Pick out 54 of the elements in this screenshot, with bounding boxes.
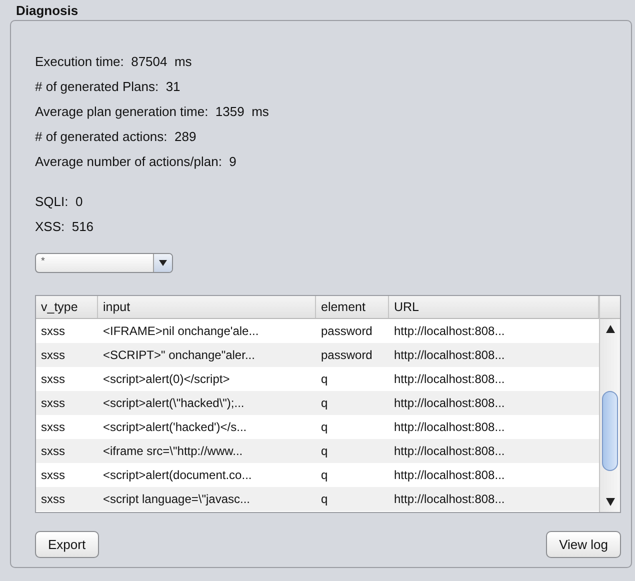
column-header[interactable]: input (98, 296, 316, 318)
table-cell-text: <iframe src=\"http://www... (102, 443, 244, 460)
table-cell-text: <script>alert('hacked')</s... (102, 419, 248, 436)
table-cell-text: http://localhost:808... (393, 467, 506, 484)
table-row[interactable]: sxss <iframe src=\"http://www... q http://localhost:808... (36, 439, 599, 463)
table-cell-text: <script>alert(document.co... (102, 467, 253, 484)
scroll-down-icon[interactable] (606, 498, 614, 506)
table-cell-text: q (320, 467, 329, 484)
view-log-button[interactable]: View log (546, 531, 621, 558)
table-cell-text: sxss (40, 419, 66, 436)
stat-text: Average number of actions/plan: 9 (35, 153, 238, 171)
dropdown-arrow-icon (159, 260, 167, 266)
table-cell-text: sxss (40, 323, 66, 340)
scroll-up-icon[interactable] (606, 325, 614, 333)
count-text: XSS: 516 (35, 218, 95, 236)
table-cell-text: <SCRIPT>" onchange"aler... (102, 347, 256, 364)
stat-text: Average plan generation time: 1359 ms (35, 103, 270, 121)
table-cell-text: http://localhost:808... (393, 491, 506, 508)
table-cell-text: http://localhost:808... (393, 419, 506, 436)
vertical-scrollbar[interactable] (600, 319, 620, 512)
table-row[interactable]: sxss <SCRIPT>" onchange"aler... password http://localhost:808... (36, 343, 599, 367)
table-cell-text: password (320, 347, 374, 364)
panel-title: Diagnosis (15, 3, 80, 20)
table-cell-text: q (320, 443, 329, 460)
table-cell-text: sxss (40, 347, 66, 364)
filter-dropdown[interactable]: * (35, 253, 173, 273)
table-cell-text: sxss (40, 371, 66, 388)
stat-text: # of generated Plans: 31 (35, 78, 182, 96)
count-text: SQLI: 0 (35, 193, 84, 211)
table-cell-text: sxss (40, 443, 66, 460)
table-cell-text: q (320, 371, 329, 388)
table-cell-text: http://localhost:808... (393, 323, 506, 340)
table-cell-text: <script language=\"javasc... (102, 491, 252, 508)
table-cell-text: http://localhost:808... (393, 347, 506, 364)
column-header[interactable]: element (316, 296, 389, 318)
table-cell-text: <IFRAME>nil onchange'ale... (102, 323, 260, 340)
table-cell-text: sxss (40, 467, 66, 484)
export-button[interactable]: Export (35, 531, 99, 558)
table-cell-text: password (320, 323, 374, 340)
stat-text: Execution time: 87504 ms (35, 53, 193, 71)
stat-text: # of generated actions: 289 (35, 128, 198, 146)
table-row[interactable]: sxss <script>alert(\"hacked\");... q http://localhost:808... (36, 391, 599, 415)
table-cell-text: q (320, 491, 329, 508)
table-cell-text: http://localhost:808... (393, 395, 506, 412)
table-cell-text: q (320, 419, 329, 436)
table-cell-text: <script>alert(0)</script> (102, 371, 231, 388)
column-header[interactable]: v_type (36, 296, 98, 318)
table-cell-text: http://localhost:808... (393, 371, 506, 388)
table-cell-text: sxss (40, 491, 66, 508)
table-cell-text: <script>alert(\"hacked\");... (102, 395, 246, 412)
table-row[interactable]: sxss <script language=\"javasc... q http://localhost:808... (36, 487, 599, 511)
table-cell-text: q (320, 395, 329, 412)
table-cell-text: sxss (40, 395, 66, 412)
table-cell-text: http://localhost:808... (393, 443, 506, 460)
